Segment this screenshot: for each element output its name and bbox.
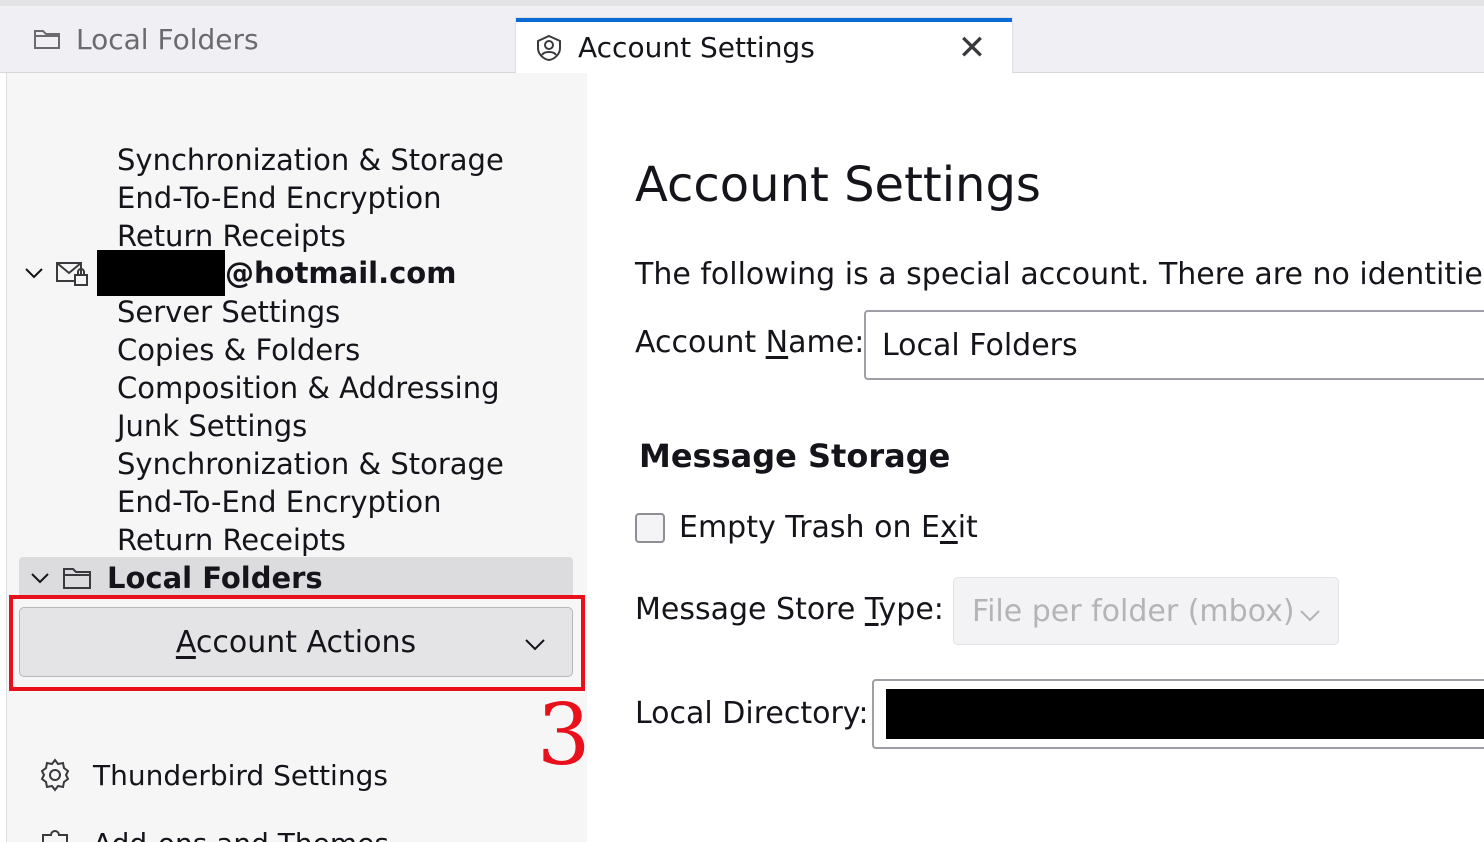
account-name-input[interactable] [864, 310, 1484, 380]
local-directory-label: Local Directory: [635, 696, 869, 731]
account-settings-icon [534, 33, 564, 63]
special-account-description: The following is a special account. Ther… [635, 257, 1484, 292]
gear-icon [37, 757, 73, 793]
tree-account-hotmail[interactable]: @hotmail.com [21, 250, 456, 296]
thunderbird-settings-link[interactable]: Thunderbird Settings [37, 757, 388, 793]
redacted-directory-path [886, 689, 1484, 739]
addons-themes-label: Add-ons and Themes [93, 827, 389, 842]
page-title: Account Settings [635, 157, 1041, 213]
tree-item-sync-storage[interactable]: Synchronization & Storage [117, 445, 504, 483]
chevron-down-icon[interactable] [27, 565, 53, 591]
empty-trash-label[interactable]: Empty Trash on Exit [679, 510, 978, 545]
account-settings-pane: Account Settings The following is a spec… [587, 73, 1484, 842]
addons-themes-link[interactable]: Add-ons and Themes [37, 825, 389, 842]
annotation-highlight-box [9, 595, 585, 691]
close-icon[interactable]: ✕ [952, 28, 992, 68]
annotation-step-number: 3 [537, 686, 588, 784]
tree-item-e2e-encryption[interactable]: End-To-End Encryption [117, 179, 441, 217]
tab-account-settings[interactable]: Account Settings ✕ [516, 18, 1012, 73]
message-storage-heading: Message Storage [639, 437, 951, 475]
tree-item-server-settings[interactable]: Server Settings [117, 293, 340, 331]
chevron-down-icon [1298, 600, 1322, 624]
account-email-suffix: @hotmail.com [225, 256, 457, 290]
message-store-type-label: Message Store Type: [635, 592, 944, 627]
tab-strip: Local Folders Account Settings ✕ [0, 0, 1484, 73]
folder-icon [61, 562, 93, 594]
tab-label: Local Folders [76, 22, 259, 56]
tree-item-return-receipts[interactable]: Return Receipts [117, 521, 346, 559]
tree-account-local-folders[interactable]: Local Folders [19, 557, 573, 599]
tree-item-junk-settings[interactable]: Junk Settings [117, 407, 307, 445]
local-directory-input[interactable] [872, 679, 1484, 749]
folder-icon [32, 24, 62, 54]
tree-item-composition-addressing[interactable]: Composition & Addressing [117, 369, 500, 407]
puzzle-icon [37, 825, 73, 842]
mail-account-icon [55, 256, 89, 290]
thunderbird-settings-label: Thunderbird Settings [93, 758, 388, 792]
message-store-type-select[interactable]: File per folder (mbox) [953, 577, 1339, 645]
account-tree-sidebar: Synchronization & Storage End-To-End Enc… [6, 73, 588, 842]
chevron-down-icon[interactable] [21, 260, 47, 286]
tab-label: Account Settings [578, 31, 815, 64]
tree-item-sync-storage[interactable]: Synchronization & Storage [117, 141, 504, 179]
empty-trash-checkbox[interactable] [635, 513, 665, 543]
tab-local-folders[interactable]: Local Folders [6, 6, 512, 72]
tree-item-copies-folders[interactable]: Copies & Folders [117, 331, 360, 369]
message-store-type-value: File per folder (mbox) [972, 593, 1295, 629]
local-folders-label: Local Folders [107, 561, 323, 595]
redacted-username [97, 250, 225, 296]
tree-item-e2e-encryption[interactable]: End-To-End Encryption [117, 483, 441, 521]
account-name-label: Account Name: [635, 325, 865, 360]
